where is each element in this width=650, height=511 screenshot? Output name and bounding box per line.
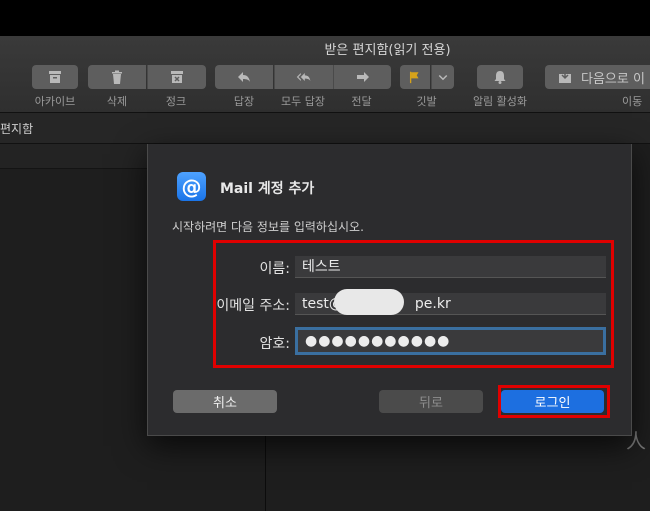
chevron-down-icon (438, 74, 448, 81)
flag-menu-button[interactable] (431, 65, 454, 89)
move-to-text: 다음으로 이 (581, 71, 645, 87)
login-button[interactable]: 로그인 (501, 390, 604, 413)
email-suffix: pe.kr (414, 296, 451, 312)
notify-label: 알림 활성화 (472, 95, 528, 108)
junk-button[interactable] (147, 65, 206, 89)
bell-icon (494, 71, 506, 84)
reply-all-button[interactable] (274, 65, 333, 89)
name-field[interactable]: 테스트 (295, 256, 606, 278)
cancel-button[interactable]: 취소 (173, 390, 277, 413)
email-label: 이메일 주소: (216, 298, 290, 314)
move-to-button[interactable]: 다음으로 이 (545, 65, 650, 89)
junk-label: 정크 (165, 95, 187, 108)
move-icon (559, 70, 571, 83)
password-label: 암호: (259, 336, 290, 352)
archive-label: 아카이브 (34, 95, 76, 108)
flag-icon (409, 71, 419, 84)
add-account-dialog: @ Mail 계정 추가 시작하려면 다음 정보를 입력하십시오. 이름: 테스… (147, 144, 632, 436)
dialog-description: 시작하려면 다음 정보를 입력하십시오. (172, 220, 364, 234)
name-label: 이름: (259, 261, 290, 277)
flag-label: 깃발 (416, 95, 437, 108)
archive-icon (49, 71, 61, 83)
junk-icon (171, 71, 183, 83)
toolbar: 받은 편지함(읽기 전용) 아카이브 삭제 정크 답장 모두 답장 전달 깃발 … (0, 36, 650, 113)
flag-button[interactable] (400, 65, 430, 89)
trash-icon (112, 70, 122, 84)
mail-at-icon: @ (177, 172, 206, 201)
forward-button[interactable] (333, 65, 391, 89)
reply-label: 답장 (233, 95, 255, 108)
forward-label: 전달 (351, 95, 372, 108)
reply-all-label: 모두 답장 (281, 95, 325, 108)
mailbox-title: 편지함 (0, 122, 34, 136)
archive-button[interactable] (32, 65, 78, 89)
dialog-title: Mail 계정 추가 (220, 181, 315, 197)
reply-button[interactable] (215, 65, 273, 89)
mailbox-header: 편지함 (0, 113, 650, 144)
delete-button[interactable] (88, 65, 146, 89)
email-redaction (334, 289, 404, 315)
forward-icon (356, 72, 369, 82)
back-button[interactable]: 뒤로 (379, 390, 483, 413)
move-label: 이동 (622, 95, 643, 108)
notify-button[interactable] (477, 65, 523, 89)
password-field[interactable]: ●●●●●●●●●●● (295, 327, 606, 355)
reply-icon (238, 72, 250, 82)
reply-all-icon (296, 73, 311, 81)
delete-label: 삭제 (106, 95, 128, 108)
window-title: 받은 편지함(읽기 전용) (324, 43, 451, 58)
